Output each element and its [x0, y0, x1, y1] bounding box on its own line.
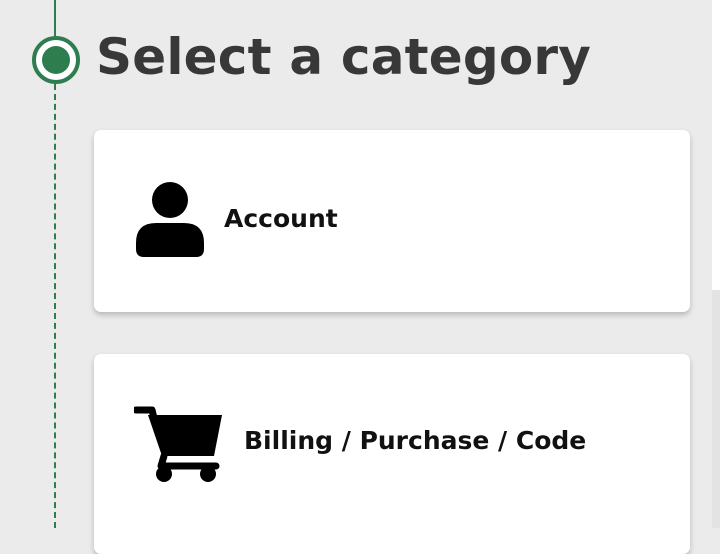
person-icon: [136, 182, 204, 257]
category-label: Billing / Purchase / Code: [244, 426, 587, 455]
timeline-line-dashed: [54, 84, 56, 528]
timeline-line-top: [54, 0, 56, 36]
step-marker-icon: [32, 36, 80, 84]
page-title: Select a category: [96, 28, 592, 86]
category-label: Account: [224, 204, 338, 233]
scrollbar[interactable]: [712, 0, 720, 528]
shopping-cart-icon: [134, 406, 222, 482]
category-card-billing[interactable]: Billing / Purchase / Code: [94, 354, 690, 554]
step-marker-dot: [42, 46, 70, 74]
category-card-account[interactable]: Account: [94, 130, 690, 312]
scrollbar-thumb[interactable]: [712, 0, 720, 290]
